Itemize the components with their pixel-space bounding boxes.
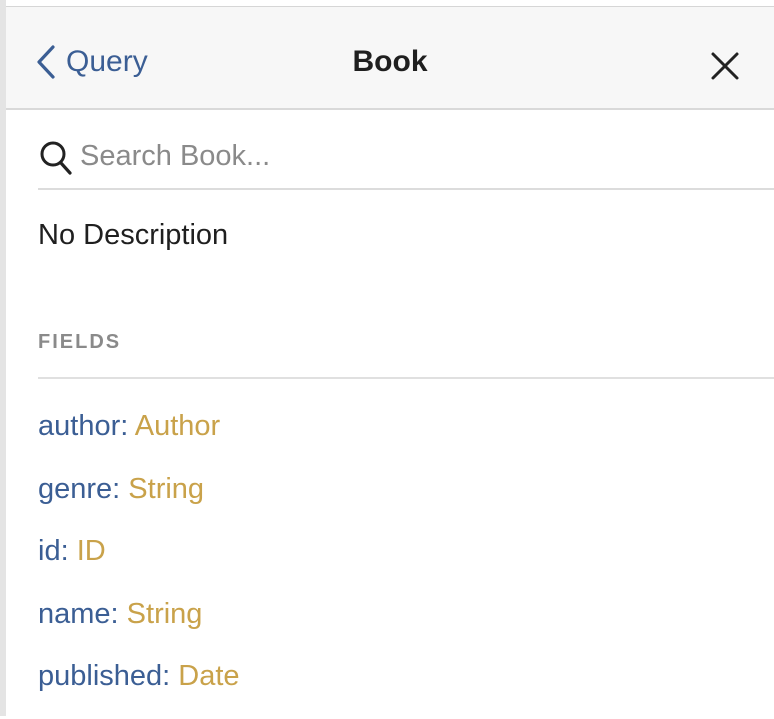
field-type-link[interactable]: ID [77, 535, 106, 567]
close-icon [710, 52, 740, 85]
field-row-published: published: Date [38, 656, 240, 719]
field-row-name: name: String [38, 594, 240, 657]
docs-explorer-panel: Query Book No Description FIELDS author:… [0, 0, 774, 716]
field-type-link[interactable]: String [128, 473, 204, 505]
type-description: No Description [38, 219, 229, 251]
field-name-link[interactable]: author [38, 410, 120, 442]
field-row-author: author: Author [38, 406, 240, 469]
field-type-link[interactable]: Date [178, 660, 239, 692]
field-separator: : [120, 410, 135, 442]
field-name-link[interactable]: name [38, 598, 111, 630]
field-type-link[interactable]: Author [135, 410, 220, 442]
close-button[interactable] [710, 51, 740, 81]
fields-list: author: Author genre: String id: ID name… [38, 406, 240, 719]
field-row-genre: genre: String [38, 469, 240, 532]
field-row-id: id: ID [38, 531, 240, 594]
page-title: Book [352, 45, 428, 78]
field-name-link[interactable]: published [38, 660, 162, 692]
search-input[interactable] [80, 132, 760, 180]
field-separator: : [110, 597, 127, 630]
doc-explorer-header: Query Book [6, 6, 774, 110]
field-separator: : [162, 660, 179, 692]
fields-section-title: FIELDS [38, 331, 122, 353]
search-icon [38, 138, 74, 178]
field-type-link[interactable]: String [127, 598, 203, 630]
search-bar [38, 128, 774, 190]
field-name-link[interactable]: genre [38, 473, 112, 505]
field-separator: : [112, 472, 129, 505]
section-divider [38, 377, 774, 379]
field-separator: : [60, 535, 77, 567]
field-name-link[interactable]: id [38, 535, 61, 567]
